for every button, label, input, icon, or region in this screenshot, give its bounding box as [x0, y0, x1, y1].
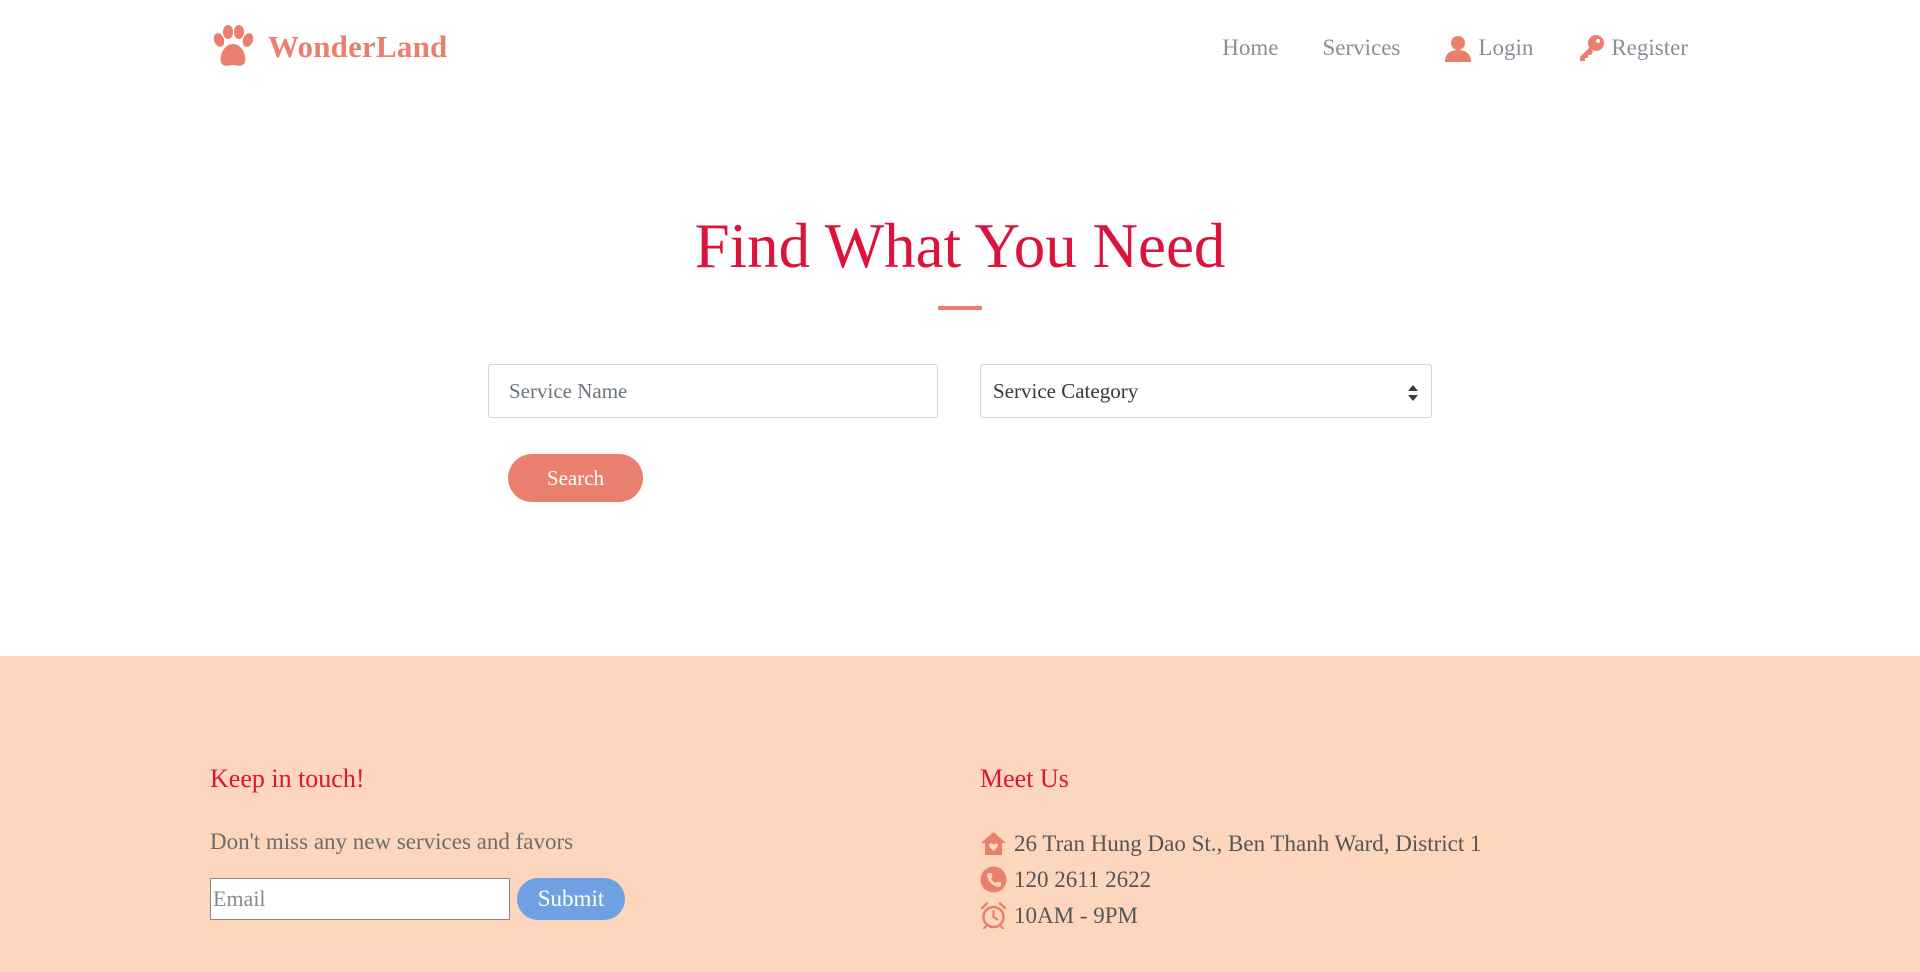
- brand-name: WonderLand: [268, 29, 448, 64]
- contact-hours-text: 10AM - 9PM: [1014, 902, 1138, 928]
- nav-register-link[interactable]: Register: [1577, 34, 1688, 62]
- brand-logo[interactable]: WonderLand: [210, 24, 447, 70]
- nav-home-link[interactable]: Home: [1222, 35, 1278, 61]
- header: WonderLand Home Services Login Register: [0, 0, 1920, 100]
- contact-address: 26 Tran Hung Dao St., Ben Thanh Ward, Di…: [980, 830, 1482, 857]
- nav-login-label: Login: [1478, 35, 1534, 60]
- select-sort-arrows-icon: [1407, 383, 1419, 401]
- service-category-value: Service Category: [993, 378, 1139, 403]
- nav-services-link[interactable]: Services: [1322, 35, 1400, 61]
- service-name-input[interactable]: [488, 364, 938, 418]
- contact-phone-text: 120 2611 2622: [1014, 866, 1152, 892]
- main-nav: Home Services Login Register: [1222, 34, 1688, 62]
- meet-us-heading: Meet Us: [980, 764, 1069, 793]
- email-field[interactable]: [210, 878, 510, 920]
- phone-icon: [980, 866, 1007, 893]
- alarm-clock-icon: [980, 902, 1007, 930]
- home-icon: [980, 830, 1007, 857]
- footer: Keep in touch! Don't miss any new servic…: [0, 656, 1920, 972]
- newsletter-heading: Keep in touch!: [210, 764, 365, 793]
- user-icon: [1444, 34, 1472, 62]
- key-icon: [1577, 34, 1605, 62]
- nav-home-label: Home: [1222, 35, 1279, 60]
- nav-services-label: Services: [1322, 35, 1401, 60]
- contact-phone: 120 2611 2622: [980, 866, 1151, 893]
- newsletter-text: Don't miss any new services and favors: [210, 829, 574, 854]
- page-title: Find What You Need: [694, 211, 1226, 281]
- search-button[interactable]: Search: [508, 454, 643, 502]
- paw-icon: [210, 24, 256, 70]
- nav-login-link[interactable]: Login: [1444, 34, 1533, 62]
- contact-hours: 10AM - 9PM: [980, 902, 1138, 930]
- contact-address-text: 26 Tran Hung Dao St., Ben Thanh Ward, Di…: [1014, 830, 1482, 856]
- service-category-select[interactable]: Service Category: [980, 364, 1432, 418]
- nav-register-label: Register: [1611, 35, 1688, 60]
- title-divider: [938, 306, 982, 310]
- submit-button[interactable]: Submit: [517, 878, 625, 920]
